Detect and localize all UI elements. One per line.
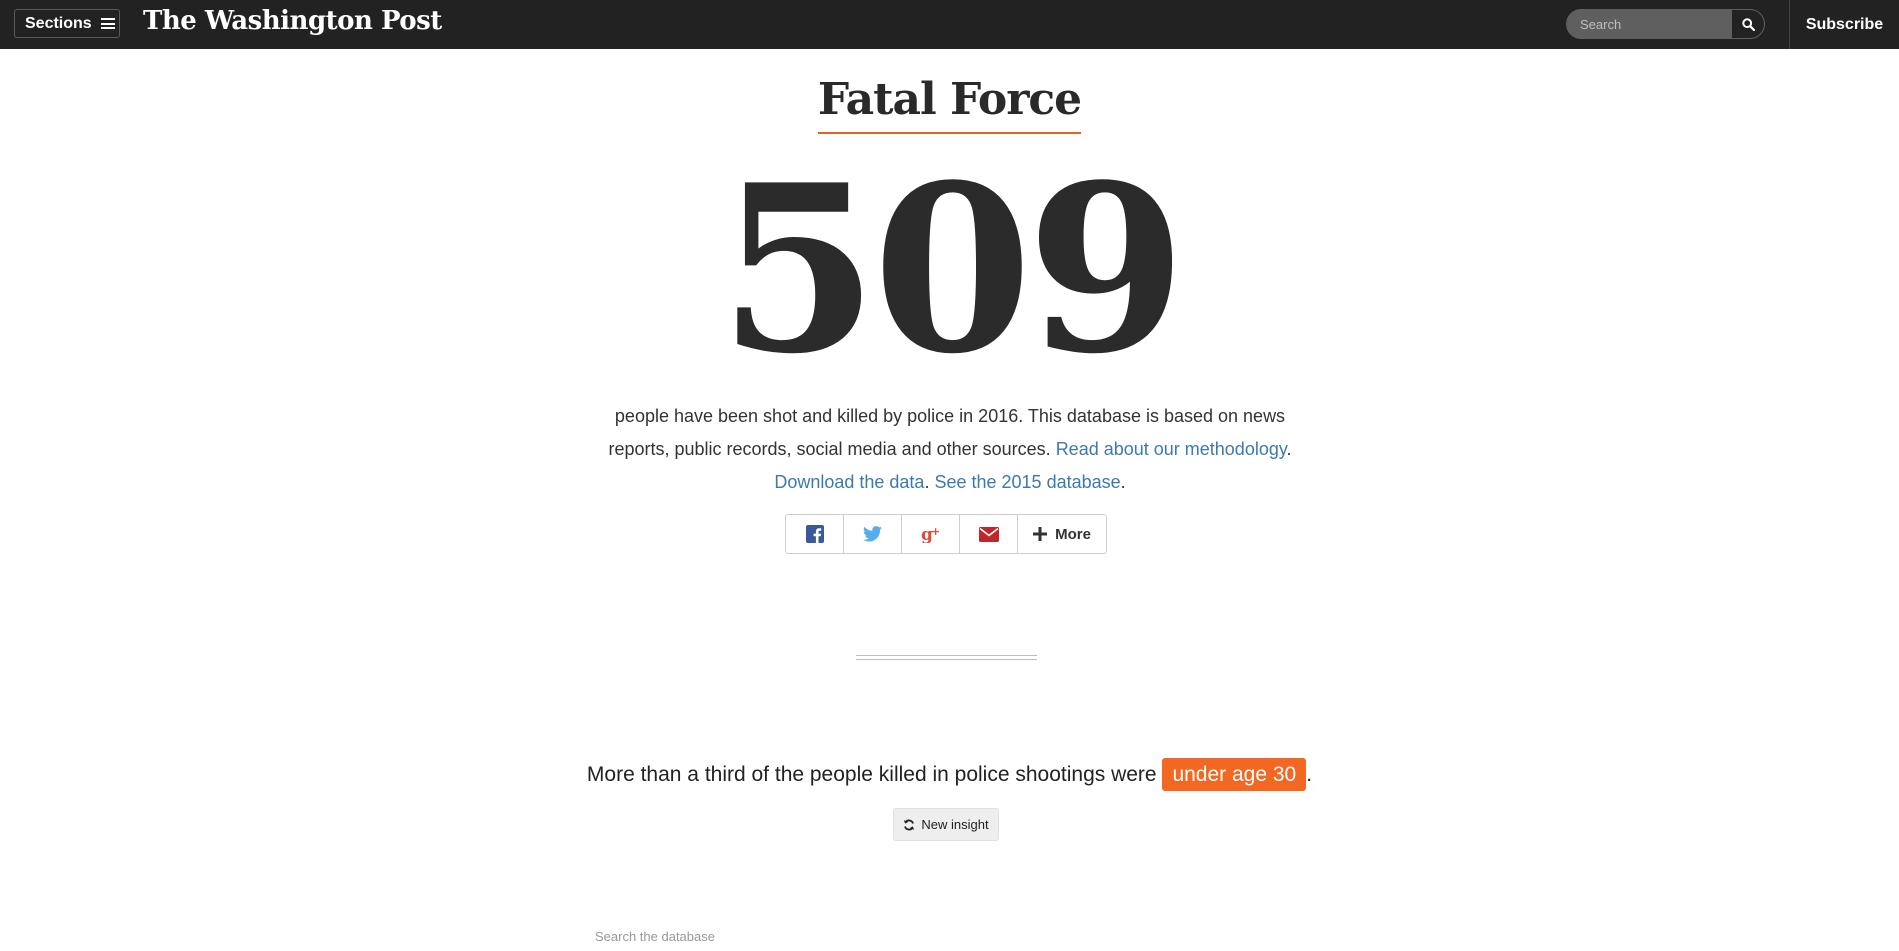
- hamburger-menu-icon: [100, 18, 115, 29]
- share-more-button[interactable]: More: [1018, 515, 1106, 553]
- svg-text:+: +: [931, 525, 940, 538]
- site-search-button[interactable]: [1731, 9, 1765, 39]
- page-title-wrap: Fatal Force: [0, 72, 1899, 134]
- refresh-icon: [904, 819, 915, 830]
- subscribe-button[interactable]: Subscribe: [1790, 0, 1899, 49]
- twitter-icon: [863, 526, 882, 542]
- database-2015-link[interactable]: See the 2015 database: [934, 472, 1120, 492]
- google-plus-icon: g +: [921, 525, 940, 543]
- share-toolbar: g + More: [785, 514, 1107, 554]
- download-data-link[interactable]: Download the data: [774, 472, 924, 492]
- intro-period: .: [924, 472, 930, 492]
- share-facebook-button[interactable]: [786, 515, 844, 553]
- share-email-button[interactable]: [960, 515, 1018, 553]
- insight-sentence: More than a third of the people killed i…: [0, 758, 1899, 792]
- fatality-count: 509: [718, 135, 1186, 405]
- intro-paragraph: people have been shot and killed by poli…: [590, 400, 1310, 499]
- insight-highlight: under age 30: [1162, 758, 1307, 791]
- share-google-plus-button[interactable]: g +: [902, 515, 960, 553]
- top-nav-bar: Sections The Washington Post Subscribe: [0, 0, 1899, 49]
- sections-label: Sections: [25, 14, 92, 32]
- sections-button[interactable]: Sections: [14, 9, 120, 38]
- insight-text: More than a third of the people killed i…: [586, 763, 1157, 786]
- site-logo[interactable]: The Washington Post: [143, 6, 442, 36]
- page-title: Fatal Force: [817, 72, 1082, 134]
- share-twitter-button[interactable]: [844, 515, 902, 553]
- new-insight-button[interactable]: New insight: [893, 808, 999, 841]
- intro-period: .: [1120, 472, 1126, 492]
- search-icon: [1741, 17, 1755, 31]
- email-icon: [978, 526, 999, 542]
- intro-period: .: [1286, 439, 1292, 459]
- site-search-input[interactable]: [1566, 9, 1731, 39]
- methodology-link[interactable]: Read about our methodology: [1056, 439, 1287, 459]
- insight-period: .: [1306, 763, 1313, 786]
- facebook-icon: [805, 525, 824, 543]
- share-more-label: More: [1055, 525, 1091, 543]
- plus-icon: [1033, 527, 1048, 541]
- section-divider: [856, 655, 1037, 660]
- new-insight-label: New insight: [921, 817, 989, 832]
- database-search-input[interactable]: [595, 926, 895, 946]
